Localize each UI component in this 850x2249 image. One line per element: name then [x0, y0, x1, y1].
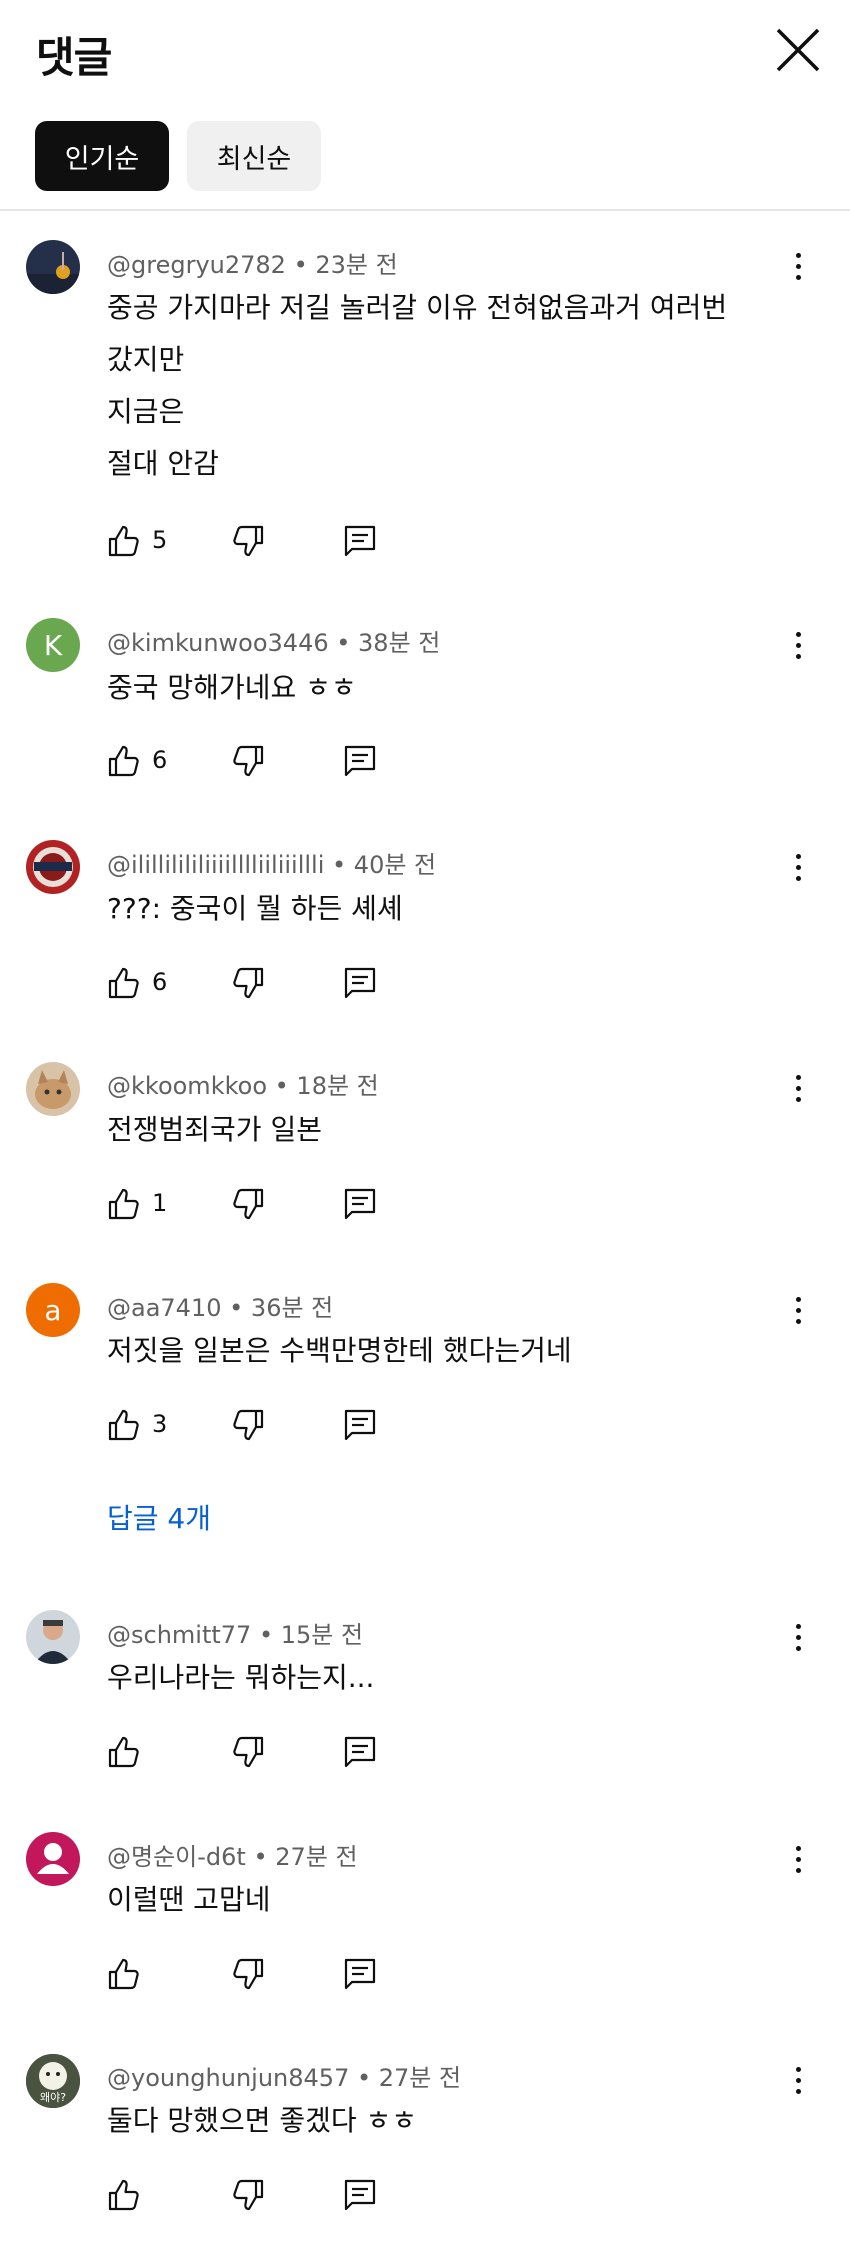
avatar[interactable]: [26, 1832, 80, 1886]
avatar[interactable]: a: [26, 1283, 80, 1337]
comment-line: 중국 망해가네요 ㅎㅎ: [107, 671, 357, 704]
avatar[interactable]: 왜야?: [26, 2054, 80, 2108]
comment-time: 18분 전: [296, 1072, 379, 1100]
reply-icon[interactable]: [343, 524, 377, 558]
more-options-icon[interactable]: [778, 1068, 818, 1108]
dislike-icon[interactable]: [231, 524, 265, 558]
comment-meta: @younghunjun8457 • 27분 전: [107, 2064, 462, 2092]
comment-time: 23분 전: [315, 251, 398, 279]
comment-time: 38분 전: [358, 629, 441, 657]
divider: [0, 209, 850, 211]
comment-meta: @aa7410 • 36분 전: [107, 1294, 334, 1322]
more-options-icon[interactable]: [778, 625, 818, 665]
reply-icon[interactable]: [343, 2178, 377, 2212]
dislike-icon[interactable]: [231, 1957, 265, 1991]
dislike-icon[interactable]: [231, 2178, 265, 2212]
dislike-icon[interactable]: [231, 1187, 265, 1221]
comment-author[interactable]: @schmitt77: [107, 1621, 251, 1649]
page-title: 댓글: [36, 33, 112, 82]
comment-text: 저짓을 일본은 수백만명한테 했다는거네: [107, 1325, 767, 1377]
like-count: 6: [152, 746, 168, 774]
comment-time: 27분 전: [275, 1843, 358, 1871]
like-icon[interactable]: [107, 1187, 141, 1221]
more-options-icon[interactable]: [778, 1290, 818, 1330]
comment-line: 둘다 망했으면 좋겠다 ㅎㅎ: [107, 2104, 418, 2137]
more-options-icon[interactable]: [778, 2060, 818, 2100]
comment-time: 27분 전: [378, 2064, 462, 2092]
avatar-letter: K: [43, 628, 63, 662]
comment-meta: @kkoomkkoo • 18분 전: [107, 1072, 379, 1100]
comment-line: 갔지만: [107, 343, 185, 376]
comment-line: 중공 가지마라 저길 놀러갈 이유 전혀없음과거 여러번: [107, 291, 728, 324]
reply-icon[interactable]: [343, 966, 377, 1000]
like-icon[interactable]: [107, 524, 141, 558]
sort-chips: 인기순 최신순: [35, 121, 321, 191]
more-options-icon[interactable]: [778, 847, 818, 887]
comment-line: 이럴땐 고맙네: [107, 1883, 271, 1916]
comment-text: 이럴땐 고맙네: [107, 1874, 767, 1926]
comment-meta: @명순이-d6t • 27분 전: [107, 1843, 358, 1871]
like-icon[interactable]: [107, 1735, 141, 1769]
comment-text: 전쟁범죄국가 일본: [107, 1104, 767, 1156]
dislike-icon[interactable]: [231, 966, 265, 1000]
like-count: 3: [152, 1410, 168, 1438]
comment-author[interactable]: @명순이-d6t: [107, 1843, 246, 1871]
like-icon[interactable]: [107, 2178, 141, 2212]
like-count: 1: [152, 1189, 168, 1217]
comment-text: ???: 중국이 뭘 하든 셰셰: [107, 883, 767, 935]
comments-header: 댓글: [0, 0, 850, 105]
reply-icon[interactable]: [343, 1735, 377, 1769]
like-count: 5: [152, 526, 168, 554]
avatar[interactable]: [26, 240, 80, 294]
comment-line: 저짓을 일본은 수백만명한테 했다는거네: [107, 1334, 572, 1367]
comment-line: 지금은: [107, 395, 185, 428]
comment-author[interactable]: @younghunjun8457: [107, 2064, 349, 2092]
comment-text: 둘다 망했으면 좋겠다 ㅎㅎ: [107, 2095, 767, 2147]
comment-text: 중국 망해가네요 ㅎㅎ: [107, 662, 767, 714]
comment-time: 15분 전: [280, 1621, 364, 1649]
close-icon[interactable]: [770, 22, 826, 78]
more-options-icon[interactable]: [778, 1617, 818, 1657]
comment-author[interactable]: @kimkunwoo3446: [107, 629, 329, 657]
reply-icon[interactable]: [343, 1957, 377, 1991]
avatar[interactable]: [26, 840, 80, 894]
avatar[interactable]: [26, 1062, 80, 1116]
reply-icon[interactable]: [343, 744, 377, 778]
avatar[interactable]: [26, 1610, 80, 1664]
comment-time: 40분 전: [353, 851, 437, 879]
sort-chip-top[interactable]: 인기순: [35, 121, 169, 191]
comment-meta: @gregryu2782 • 23분 전: [107, 251, 398, 279]
comment-author[interactable]: @ilillilililiiiilllliiliiillli: [107, 851, 324, 879]
comment-time: 36분 전: [250, 1294, 334, 1322]
avatar-letter: a: [44, 1293, 62, 1327]
reply-icon[interactable]: [343, 1408, 377, 1442]
sort-chip-newest[interactable]: 최신순: [187, 121, 321, 191]
more-options-icon[interactable]: [778, 246, 818, 286]
dislike-icon[interactable]: [231, 744, 265, 778]
like-icon[interactable]: [107, 744, 141, 778]
dislike-icon[interactable]: [231, 1735, 265, 1769]
comment-line: 전쟁범죄국가 일본: [107, 1113, 322, 1146]
comment-line: 절대 안감: [107, 447, 219, 480]
like-icon[interactable]: [107, 1957, 141, 1991]
more-options-icon[interactable]: [778, 1839, 818, 1879]
view-replies-link[interactable]: 답글 4개: [107, 1497, 211, 1537]
comment-line: 우리나라는 뭐하는지...: [107, 1661, 375, 1694]
comment-author[interactable]: @kkoomkkoo: [107, 1072, 267, 1100]
avatar-caption: 왜야?: [40, 2091, 66, 2104]
reply-icon[interactable]: [343, 1187, 377, 1221]
comment-author[interactable]: @aa7410: [107, 1294, 222, 1322]
like-count: 6: [152, 968, 168, 996]
comment-author[interactable]: @gregryu2782: [107, 251, 286, 279]
comment-meta: @kimkunwoo3446 • 38분 전: [107, 629, 441, 657]
like-icon[interactable]: [107, 1408, 141, 1442]
like-icon[interactable]: [107, 966, 141, 1000]
comment-meta: @schmitt77 • 15분 전: [107, 1621, 364, 1649]
avatar[interactable]: K: [26, 618, 80, 672]
comment-meta: @ilillilililiiiilllliiliiillli • 40분 전: [107, 851, 437, 879]
comment-text: 중공 가지마라 저길 놀러갈 이유 전혀없음과거 여러번 갔지만 지금은 절대 …: [107, 282, 767, 490]
dislike-icon[interactable]: [231, 1408, 265, 1442]
comment-text: 우리나라는 뭐하는지...: [107, 1652, 767, 1704]
comment-line: ???: 중국이 뭘 하든 셰셰: [107, 892, 403, 925]
